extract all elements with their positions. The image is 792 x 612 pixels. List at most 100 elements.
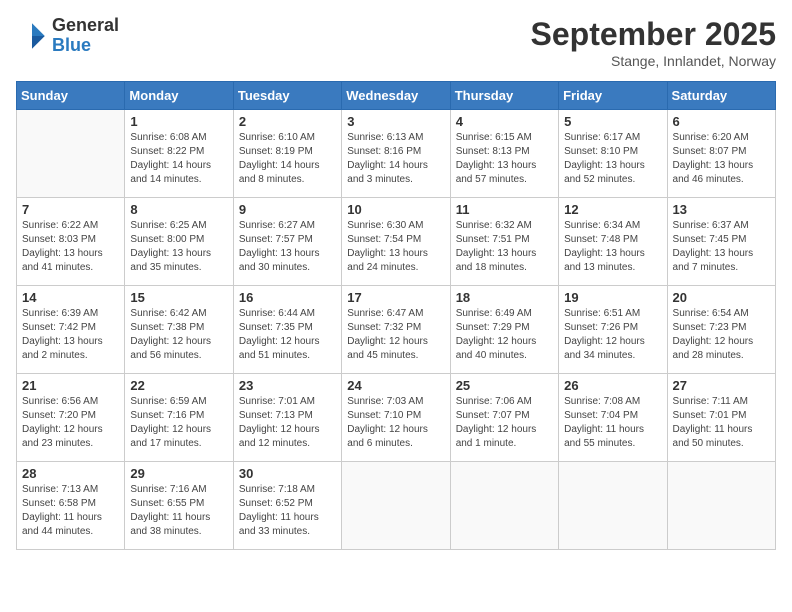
day-number: 15 [130,290,227,305]
calendar-cell: 10 Sunrise: 6:30 AM Sunset: 7:54 PM Dayli… [342,198,450,286]
month-title: September 2025 [531,16,776,53]
logo-icon [16,20,48,52]
calendar-cell [342,462,450,550]
logo-blue: Blue [52,36,119,56]
day-info: Sunrise: 6:08 AM Sunset: 8:22 PM Dayligh… [130,131,227,187]
day-info: Sunrise: 7:18 AM Sunset: 6:52 PM Dayligh… [239,483,336,539]
day-number: 27 [673,378,770,393]
day-number: 2 [239,114,336,129]
calendar-cell [450,462,558,550]
calendar-cell: 7 Sunrise: 6:22 AM Sunset: 8:03 PM Daylig… [17,198,125,286]
calendar-cell: 29 Sunrise: 7:16 AM Sunset: 6:55 PM Dayli… [125,462,233,550]
day-info: Sunrise: 6:51 AM Sunset: 7:26 PM Dayligh… [564,307,661,363]
day-number: 20 [673,290,770,305]
calendar-cell: 3Sunrise: 6:13 AM Sunset: 8:16 PM Daylig… [342,110,450,198]
week-row-4: 21 Sunrise: 6:56 AM Sunset: 7:20 PM Dayli… [17,374,776,462]
calendar-cell: 4Sunrise: 6:15 AM Sunset: 8:13 PM Daylig… [450,110,558,198]
calendar-cell [559,462,667,550]
day-number: 18 [456,290,553,305]
day-number: 22 [130,378,227,393]
week-row-5: 28 Sunrise: 7:13 AM Sunset: 6:58 PM Dayli… [17,462,776,550]
calendar-cell: 26 Sunrise: 7:08 AM Sunset: 7:04 PM Dayli… [559,374,667,462]
calendar-cell [17,110,125,198]
calendar-table: SundayMondayTuesdayWednesdayThursdayFrid… [16,81,776,550]
day-info: Sunrise: 7:13 AM Sunset: 6:58 PM Dayligh… [22,483,119,539]
day-number: 28 [22,466,119,481]
day-info: Sunrise: 7:03 AM Sunset: 7:10 PM Dayligh… [347,395,444,451]
day-number: 23 [239,378,336,393]
day-header-tuesday: Tuesday [233,82,341,110]
day-number: 11 [456,202,553,217]
day-number: 9 [239,202,336,217]
day-info: Sunrise: 6:30 AM Sunset: 7:54 PM Dayligh… [347,219,444,275]
day-info: Sunrise: 7:01 AM Sunset: 7:13 PM Dayligh… [239,395,336,451]
day-number: 5 [564,114,661,129]
day-header-friday: Friday [559,82,667,110]
day-number: 8 [130,202,227,217]
day-number: 24 [347,378,444,393]
logo-general: General [52,16,119,36]
calendar-cell: 17Sunrise: 6:47 AM Sunset: 7:32 PM Dayli… [342,286,450,374]
week-row-1: 1Sunrise: 6:08 AM Sunset: 8:22 PM Daylig… [17,110,776,198]
calendar-cell: 14Sunrise: 6:39 AM Sunset: 7:42 PM Dayli… [17,286,125,374]
day-info: Sunrise: 6:22 AM Sunset: 8:03 PM Dayligh… [22,219,119,275]
calendar-cell: 5Sunrise: 6:17 AM Sunset: 8:10 PM Daylig… [559,110,667,198]
day-number: 7 [22,202,119,217]
title-block: September 2025 Stange, Innlandet, Norway [531,16,776,69]
calendar-cell: 15Sunrise: 6:42 AM Sunset: 7:38 PM Dayli… [125,286,233,374]
day-number: 12 [564,202,661,217]
calendar-cell: 19 Sunrise: 6:51 AM Sunset: 7:26 PM Dayli… [559,286,667,374]
day-info: Sunrise: 6:54 AM Sunset: 7:23 PM Dayligh… [673,307,770,363]
calendar-cell: 9Sunrise: 6:27 AM Sunset: 7:57 PM Daylig… [233,198,341,286]
day-header-sunday: Sunday [17,82,125,110]
day-info: Sunrise: 7:06 AM Sunset: 7:07 PM Dayligh… [456,395,553,451]
day-info: Sunrise: 6:32 AM Sunset: 7:51 PM Dayligh… [456,219,553,275]
day-info: Sunrise: 7:08 AM Sunset: 7:04 PM Dayligh… [564,395,661,451]
day-info: Sunrise: 6:44 AM Sunset: 7:35 PM Dayligh… [239,307,336,363]
logo-text: General Blue [52,16,119,56]
days-header-row: SundayMondayTuesdayWednesdayThursdayFrid… [17,82,776,110]
calendar-cell: 21 Sunrise: 6:56 AM Sunset: 7:20 PM Dayli… [17,374,125,462]
day-number: 26 [564,378,661,393]
calendar-cell: 23 Sunrise: 7:01 AM Sunset: 7:13 PM Dayli… [233,374,341,462]
day-info: Sunrise: 6:13 AM Sunset: 8:16 PM Dayligh… [347,131,444,187]
calendar-cell: 20 Sunrise: 6:54 AM Sunset: 7:23 PM Dayli… [667,286,775,374]
page-header: General Blue September 2025 Stange, Innl… [16,16,776,69]
day-number: 29 [130,466,227,481]
day-number: 19 [564,290,661,305]
calendar-cell: 18Sunrise: 6:49 AM Sunset: 7:29 PM Dayli… [450,286,558,374]
day-number: 21 [22,378,119,393]
day-number: 16 [239,290,336,305]
calendar-cell: 22 Sunrise: 6:59 AM Sunset: 7:16 PM Dayli… [125,374,233,462]
day-number: 6 [673,114,770,129]
day-number: 13 [673,202,770,217]
location-title: Stange, Innlandet, Norway [531,53,776,69]
calendar-cell: 24 Sunrise: 7:03 AM Sunset: 7:10 PM Dayli… [342,374,450,462]
day-info: Sunrise: 6:10 AM Sunset: 8:19 PM Dayligh… [239,131,336,187]
calendar-cell: 2 Sunrise: 6:10 AM Sunset: 8:19 PM Daylig… [233,110,341,198]
calendar-cell: 6 Sunrise: 6:20 AM Sunset: 8:07 PM Daylig… [667,110,775,198]
calendar-cell: 25Sunrise: 7:06 AM Sunset: 7:07 PM Dayli… [450,374,558,462]
day-info: Sunrise: 6:15 AM Sunset: 8:13 PM Dayligh… [456,131,553,187]
calendar-cell: 16 Sunrise: 6:44 AM Sunset: 7:35 PM Dayli… [233,286,341,374]
calendar-cell: 27Sunrise: 7:11 AM Sunset: 7:01 PM Dayli… [667,374,775,462]
week-row-2: 7 Sunrise: 6:22 AM Sunset: 8:03 PM Daylig… [17,198,776,286]
day-info: Sunrise: 6:47 AM Sunset: 7:32 PM Dayligh… [347,307,444,363]
day-number: 30 [239,466,336,481]
day-info: Sunrise: 7:16 AM Sunset: 6:55 PM Dayligh… [130,483,227,539]
logo: General Blue [16,16,119,56]
day-info: Sunrise: 6:59 AM Sunset: 7:16 PM Dayligh… [130,395,227,451]
calendar-cell: 11 Sunrise: 6:32 AM Sunset: 7:51 PM Dayli… [450,198,558,286]
day-header-monday: Monday [125,82,233,110]
day-info: Sunrise: 6:20 AM Sunset: 8:07 PM Dayligh… [673,131,770,187]
day-number: 10 [347,202,444,217]
week-row-3: 14Sunrise: 6:39 AM Sunset: 7:42 PM Dayli… [17,286,776,374]
calendar-cell: 12Sunrise: 6:34 AM Sunset: 7:48 PM Dayli… [559,198,667,286]
calendar-cell: 28 Sunrise: 7:13 AM Sunset: 6:58 PM Dayli… [17,462,125,550]
calendar-cell: 1Sunrise: 6:08 AM Sunset: 8:22 PM Daylig… [125,110,233,198]
day-info: Sunrise: 6:37 AM Sunset: 7:45 PM Dayligh… [673,219,770,275]
day-header-wednesday: Wednesday [342,82,450,110]
calendar-cell: 30 Sunrise: 7:18 AM Sunset: 6:52 PM Dayli… [233,462,341,550]
day-info: Sunrise: 6:25 AM Sunset: 8:00 PM Dayligh… [130,219,227,275]
day-info: Sunrise: 6:56 AM Sunset: 7:20 PM Dayligh… [22,395,119,451]
